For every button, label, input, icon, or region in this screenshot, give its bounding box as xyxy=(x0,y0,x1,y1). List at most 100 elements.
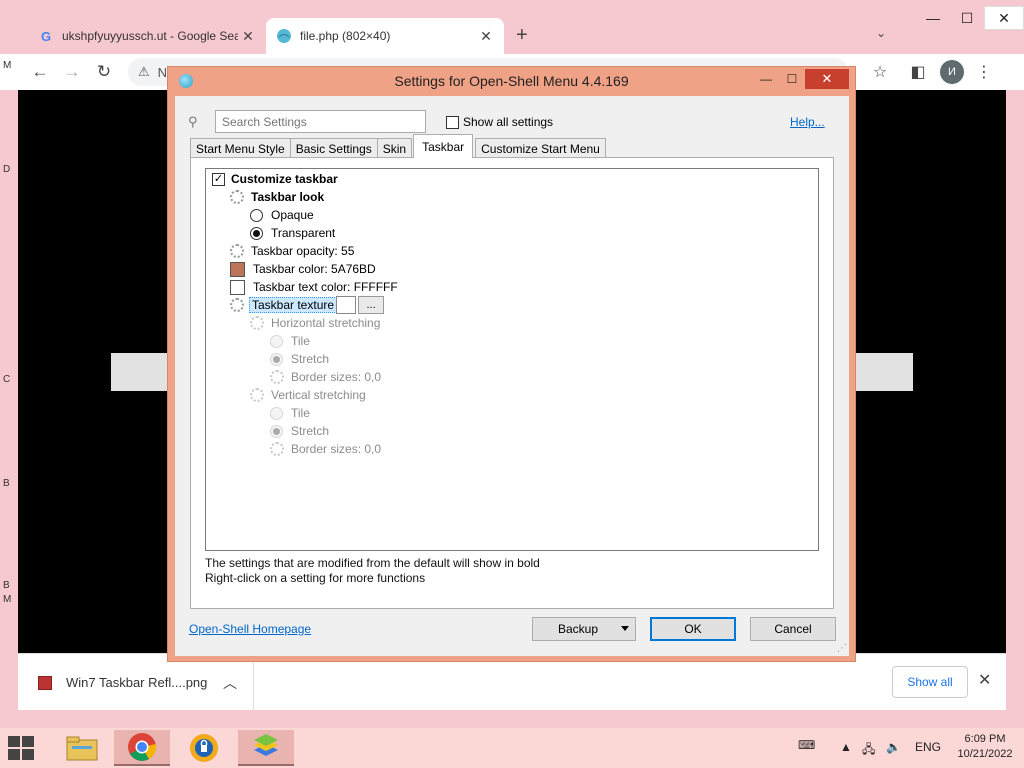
address-text: N xyxy=(157,64,168,80)
volume-icon[interactable]: 🔈 xyxy=(886,740,901,754)
clock[interactable]: 6:09 PM 10/21/2022 xyxy=(950,732,1020,762)
file-explorer-icon[interactable] xyxy=(54,730,110,766)
new-tab-button[interactable]: + xyxy=(516,24,528,47)
language-indicator[interactable]: ENG xyxy=(915,740,941,754)
close-button[interactable]: ✕ xyxy=(805,69,849,89)
side-panel-icon[interactable]: ◧ xyxy=(906,60,930,84)
maximize-button[interactable]: ☐ xyxy=(779,69,805,89)
taskbar-color-setting[interactable]: Taskbar color: 5A76BD xyxy=(230,260,378,278)
bookmark-star-icon[interactable]: ☆ xyxy=(868,60,892,84)
clock-date: 10/21/2022 xyxy=(957,748,1013,760)
backup-button[interactable]: Backup xyxy=(532,617,636,641)
settings-tree: ✓ Customize taskbar Taskbar look Opaque … xyxy=(205,168,819,551)
windows-taskbar: ⌨ ▲ 🖧 🔈 ENG 6:09 PM 10/21/2022 xyxy=(0,728,1024,768)
menu-icon[interactable]: ⋮ xyxy=(972,60,996,84)
v-stretch-option: Stretch xyxy=(270,422,331,440)
help-link[interactable]: Help... xyxy=(790,115,825,129)
show-all-settings-checkbox[interactable]: Show all settings xyxy=(446,115,553,129)
h-border-sizes-setting: Border sizes: 0,0 xyxy=(270,368,383,386)
cancel-button[interactable]: Cancel xyxy=(750,617,836,641)
tab-start-menu-style[interactable]: Start Menu Style xyxy=(190,138,291,158)
taskbar-opacity-setting[interactable]: Taskbar opacity: 55 xyxy=(230,242,356,260)
tab-taskbar[interactable]: Taskbar xyxy=(413,134,474,158)
keyboard-icon[interactable]: ⌨ xyxy=(798,738,815,752)
close-button[interactable]: ✕ xyxy=(984,6,1024,30)
setting-label: Horizontal stretching xyxy=(271,316,381,330)
radio-unselected xyxy=(270,334,283,348)
warning-icon: ⚠ xyxy=(138,64,150,79)
radio-selected[interactable] xyxy=(250,226,263,240)
open-shell-homepage-link[interactable]: Open-Shell Homepage xyxy=(189,622,311,636)
opaque-option[interactable]: Opaque xyxy=(250,206,316,224)
network-icon[interactable]: 🖧 xyxy=(862,740,875,761)
tab-search-icon[interactable]: ⌄ xyxy=(876,26,886,40)
chrome-icon[interactable] xyxy=(114,730,170,766)
setting-label: Transparent xyxy=(271,226,336,240)
close-icon[interactable]: ✕ xyxy=(978,670,991,690)
browse-button[interactable]: ... xyxy=(358,296,385,314)
chevron-up-icon[interactable]: ︿ xyxy=(223,673,237,693)
open-shell-icon xyxy=(179,74,193,88)
taskbar-text-color-setting[interactable]: Taskbar text color: FFFFFF xyxy=(230,278,400,296)
tab-customize-start-menu[interactable]: Customize Start Menu xyxy=(475,138,606,158)
show-all-button[interactable]: Show all xyxy=(892,666,968,698)
setting-label: Taskbar text color: FFFFFF xyxy=(253,280,398,294)
ok-button[interactable]: OK xyxy=(650,617,736,641)
setting-label: Taskbar look xyxy=(251,190,325,204)
dropdown-arrow-icon xyxy=(621,626,629,631)
browser-tab-google[interactable]: G ukshpfyuyyussch.ut - Google Sea ✕ xyxy=(28,18,266,54)
minimize-button[interactable]: — xyxy=(753,69,779,89)
close-tab-icon[interactable]: ✕ xyxy=(476,28,496,45)
search-icon: ⚲ xyxy=(188,114,198,129)
gear-icon xyxy=(270,442,284,456)
dialog-controls: — ☐ ✕ xyxy=(753,69,849,89)
gear-icon xyxy=(270,370,284,384)
back-icon[interactable]: ← xyxy=(28,60,52,84)
radio-unselected[interactable] xyxy=(250,208,263,222)
minimize-button[interactable]: — xyxy=(916,6,950,30)
gear-icon xyxy=(230,190,244,204)
texture-path-input[interactable] xyxy=(336,296,357,314)
tab-title: ukshpfyuyyussch.ut - Google Sea xyxy=(62,29,238,43)
dialog-title: Settings for Open-Shell Menu 4.4.169 xyxy=(394,73,629,89)
gear-icon xyxy=(250,316,264,330)
settings-tabs: Start Menu Style Basic Settings Skin Tas… xyxy=(190,134,606,158)
checkbox-unchecked[interactable] xyxy=(446,115,459,129)
bold-settings-note: The settings that are modified from the … xyxy=(205,556,540,570)
download-file-name: Win7 Taskbar Refl....png xyxy=(66,675,208,690)
dialog-title-bar[interactable]: Settings for Open-Shell Menu 4.4.169 — ☐… xyxy=(168,67,855,95)
gear-icon xyxy=(230,298,244,312)
color-swatch xyxy=(230,279,245,295)
google-icon: G xyxy=(40,28,52,44)
taskbar-texture-setting[interactable]: Taskbar texture ... xyxy=(230,296,385,314)
customize-taskbar-setting[interactable]: ✓ Customize taskbar xyxy=(212,170,340,188)
reload-icon[interactable]: ↻ xyxy=(92,60,116,84)
windows-start-icon[interactable] xyxy=(8,736,38,760)
bluestacks-icon[interactable] xyxy=(238,730,294,766)
taskbar-look-setting[interactable]: Taskbar look xyxy=(230,188,326,206)
tab-skin[interactable]: Skin xyxy=(376,138,413,158)
browser-tab-file[interactable]: file.php (802×40) ✕ xyxy=(266,18,504,54)
h-stretch-option: Stretch xyxy=(270,350,331,368)
backup-label: Backup xyxy=(557,622,599,636)
avatar[interactable]: И xyxy=(940,60,964,84)
show-hidden-icons-icon[interactable]: ▲ xyxy=(840,740,852,754)
maximize-button[interactable]: ☐ xyxy=(950,6,984,30)
window-controls: — ☐ ✕ xyxy=(916,6,1024,30)
tab-strip: G ukshpfyuyyussch.ut - Google Sea ✕ file… xyxy=(0,0,1024,54)
search-input[interactable] xyxy=(215,110,426,133)
vpn-app-icon[interactable] xyxy=(176,730,232,766)
tab-basic-settings[interactable]: Basic Settings xyxy=(289,138,378,158)
setting-label: Opaque xyxy=(271,208,314,222)
transparent-option[interactable]: Transparent xyxy=(250,224,337,242)
close-tab-icon[interactable]: ✕ xyxy=(238,28,258,45)
clock-time: 6:09 PM xyxy=(964,733,1006,745)
setting-label: Taskbar opacity: 55 xyxy=(251,244,355,258)
v-tile-option: Tile xyxy=(270,404,312,422)
resize-grip-icon[interactable]: ⋰ xyxy=(837,643,847,654)
download-item[interactable]: Win7 Taskbar Refl....png ︿ xyxy=(18,654,254,711)
right-click-note: Right-click on a setting for more functi… xyxy=(205,571,426,585)
forward-icon[interactable]: → xyxy=(60,60,84,84)
checkbox-checked[interactable]: ✓ xyxy=(212,172,225,186)
show-all-settings-label: Show all settings xyxy=(463,115,554,129)
